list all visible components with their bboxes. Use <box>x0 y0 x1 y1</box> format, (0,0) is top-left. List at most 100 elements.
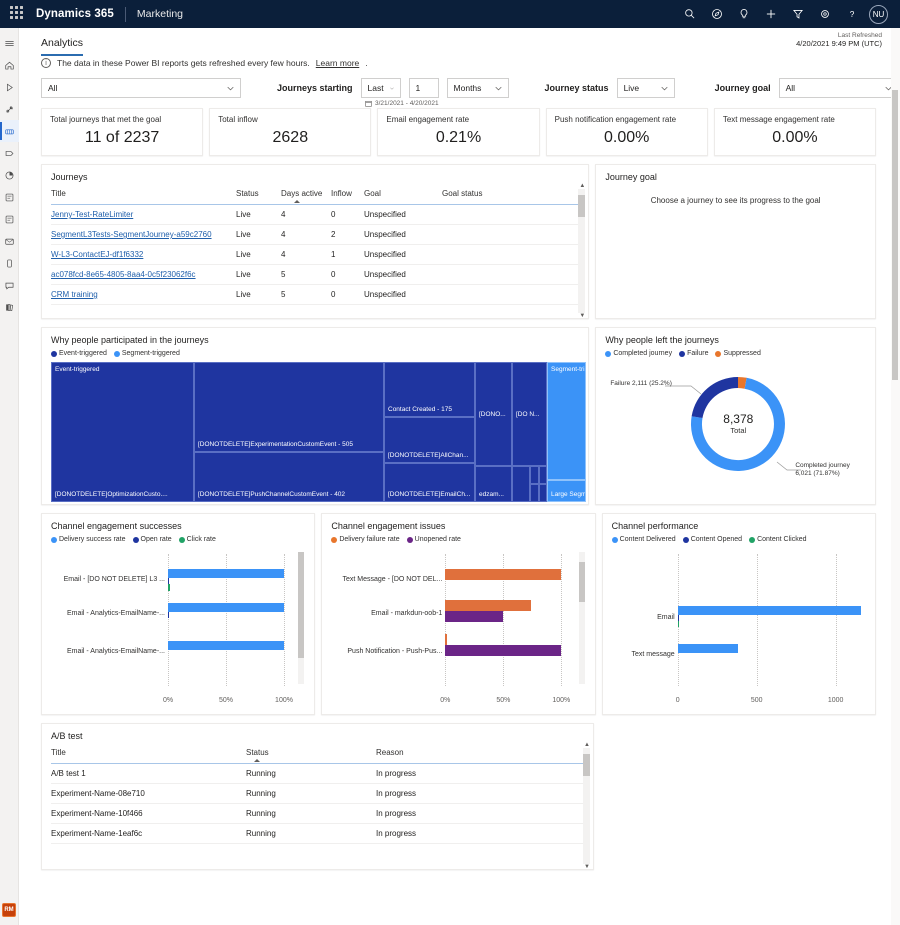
sidebar-item-emails[interactable] <box>0 230 19 252</box>
col-goal-status[interactable]: Goal status <box>442 187 579 205</box>
legend-item[interactable]: Unopened rate <box>407 536 461 543</box>
bar-delivery-success-rate[interactable] <box>168 569 284 578</box>
journey-link[interactable]: Jenny-Test-RateLimiter <box>51 210 133 219</box>
journey-title-cell[interactable]: ac078fcd-8e65-4805-8aa4-0c5f23062f6c <box>51 265 236 285</box>
journey-link[interactable]: CRM training <box>51 290 98 299</box>
journey-link[interactable]: ac078fcd-8e65-4805-8aa4-0c5f23062f6c <box>51 270 196 279</box>
scrollbar-thumb[interactable] <box>583 754 590 776</box>
issues-chart-scrollbar[interactable] <box>579 552 585 684</box>
table-row[interactable]: A/B test 1 Running In progress <box>51 764 584 784</box>
scope-dropdown[interactable]: All <box>41 78 241 98</box>
page-scrollbar[interactable] <box>891 28 900 925</box>
filter-icon[interactable] <box>784 0 811 28</box>
journeys-table-scrollbar[interactable]: ▲ ▼ <box>578 189 585 313</box>
gear-icon[interactable] <box>811 0 838 28</box>
treemap-cell[interactable]: [DONOTDELETE]AllChan... <box>384 417 475 463</box>
compass-icon[interactable] <box>703 0 730 28</box>
plus-icon[interactable] <box>757 0 784 28</box>
journey-title-cell[interactable]: CRM training <box>51 285 236 305</box>
table-row[interactable]: ac078fcd-8e65-4805-8aa4-0c5f23062f6c Liv… <box>51 265 579 285</box>
sidebar-item-pages[interactable] <box>0 208 19 230</box>
treemap-cell[interactable]: Contact Created - 175 <box>384 362 475 417</box>
scroll-up-icon[interactable]: ▲ <box>579 183 585 189</box>
journey-title-cell[interactable]: Jenny-Test-RateLimiter <box>51 205 236 225</box>
legend-item[interactable]: Content Opened <box>683 536 742 543</box>
journey-title-cell[interactable]: SegmentL3Tests-SegmentJourney-a59c2760 <box>51 225 236 245</box>
participation-treemap[interactable]: Event-triggered [DONOTDELETE]Optimizatio… <box>51 362 579 502</box>
journey-link[interactable]: SegmentL3Tests-SegmentJourney-a59c2760 <box>51 230 212 239</box>
sidebar-item-segments[interactable] <box>0 142 19 164</box>
treemap-cell[interactable] <box>530 466 539 484</box>
legend-item[interactable]: Click rate <box>179 536 216 543</box>
legend-item[interactable]: Suppressed <box>715 350 760 357</box>
count-input[interactable]: 1 <box>409 78 439 98</box>
treemap-cell[interactable]: edzam... <box>475 466 512 502</box>
treemap-cell[interactable] <box>512 466 530 502</box>
treemap-cell[interactable]: [DONOTDELETE]ExperimentationCustomEvent … <box>194 362 384 452</box>
search-icon[interactable] <box>676 0 703 28</box>
scroll-down-icon[interactable]: ▼ <box>584 864 590 870</box>
sidebar-item-recent[interactable] <box>0 76 19 98</box>
legend-item[interactable]: Open rate <box>133 536 172 543</box>
treemap-cell[interactable]: Event-triggered [DONOTDELETE]Optimizatio… <box>51 362 194 502</box>
table-row[interactable]: SegmentL3Tests-SegmentJourney-a59c2760 L… <box>51 225 579 245</box>
col-status[interactable]: Status <box>246 746 376 764</box>
treemap-cell[interactable]: Segment-tri... <box>547 362 586 480</box>
tab-analytics[interactable]: Analytics <box>41 37 83 56</box>
treemap-cell[interactable] <box>539 484 547 502</box>
legend-item[interactable]: Content Delivered <box>612 536 676 543</box>
learn-more-link[interactable]: Learn more <box>316 58 359 68</box>
legend-item[interactable]: Delivery failure rate <box>331 536 399 543</box>
col-inflow[interactable]: Inflow <box>331 187 364 205</box>
legend-item[interactable]: Failure <box>679 350 708 357</box>
journey-goal-dropdown[interactable]: All <box>779 78 899 98</box>
col-title[interactable]: Title <box>51 746 246 764</box>
scrollbar-thumb[interactable] <box>298 552 304 658</box>
legend-item[interactable]: Content Clicked <box>749 536 806 543</box>
treemap-cell[interactable] <box>530 484 539 502</box>
bar-click-rate[interactable] <box>168 584 170 591</box>
sidebar-item-pinned[interactable] <box>0 98 19 120</box>
journey-status-dropdown[interactable]: Live <box>617 78 675 98</box>
exit-donut-chart[interactable]: 8,378 Total Failure 2,111 (25.2%) Comple… <box>605 362 866 512</box>
table-row[interactable]: Experiment-Name-1eaf6c Running In progre… <box>51 824 584 844</box>
bar-content-delivered[interactable] <box>678 606 861 615</box>
treemap-cell[interactable]: [DONOTDELETE]EmailCh... <box>384 463 475 502</box>
lightbulb-icon[interactable] <box>730 0 757 28</box>
bar-unopened-rate[interactable] <box>445 645 561 656</box>
col-days-active[interactable]: Days active <box>281 187 331 205</box>
table-row[interactable]: Experiment-Name-08e710 Running In progre… <box>51 784 584 804</box>
table-row[interactable]: CRM training Live 5 0 Unspecified <box>51 285 579 305</box>
legend-item[interactable]: Delivery success rate <box>51 536 126 543</box>
journey-link[interactable]: W-L3-ContactEJ-df1f6332 <box>51 250 143 259</box>
bar-delivery-failure-rate[interactable] <box>445 600 531 611</box>
bar-delivery-success-rate[interactable] <box>168 641 284 650</box>
journey-title-cell[interactable]: W-L3-ContactEJ-df1f6332 <box>51 245 236 265</box>
bar-content-delivered[interactable] <box>678 644 738 653</box>
treemap-cell[interactable]: [DONO... <box>475 362 512 466</box>
col-reason[interactable]: Reason <box>376 746 584 764</box>
sidebar-item-text-messages[interactable] <box>0 274 19 296</box>
sidebar-item-analytics[interactable] <box>0 164 19 186</box>
treemap-cell[interactable]: Large Segmen... <box>547 480 586 502</box>
relative-dropdown[interactable]: Last <box>361 78 401 98</box>
scrollbar-thumb[interactable] <box>892 90 898 380</box>
legend-item[interactable]: Segment-triggered <box>114 350 180 357</box>
scroll-up-icon[interactable]: ▲ <box>584 742 590 748</box>
unit-dropdown[interactable]: Months <box>447 78 509 98</box>
issues-chart[interactable]: Text Message - [DO NOT DEL... Email - ma… <box>331 548 585 708</box>
successes-chart-scrollbar[interactable] <box>298 552 304 684</box>
sidebar-item-forms[interactable] <box>0 186 19 208</box>
bar-content-clicked[interactable] <box>678 621 680 627</box>
table-row[interactable]: W-L3-ContactEJ-df1f6332 Live 4 1 Unspeci… <box>51 245 579 265</box>
sidebar-item-home[interactable] <box>0 54 19 76</box>
sidebar-item-library[interactable] <box>0 296 19 318</box>
col-status[interactable]: Status <box>236 187 281 205</box>
col-title[interactable]: Title <box>51 187 236 205</box>
help-icon[interactable]: ? <box>838 0 865 28</box>
bar-open-rate[interactable] <box>168 612 169 618</box>
successes-chart[interactable]: Email - [DO NOT DELETE] L3 ... Email - A… <box>51 548 305 708</box>
legend-item[interactable]: Completed journey <box>605 350 672 357</box>
col-goal[interactable]: Goal <box>364 187 442 205</box>
sidebar-item-push-notifications[interactable] <box>0 252 19 274</box>
